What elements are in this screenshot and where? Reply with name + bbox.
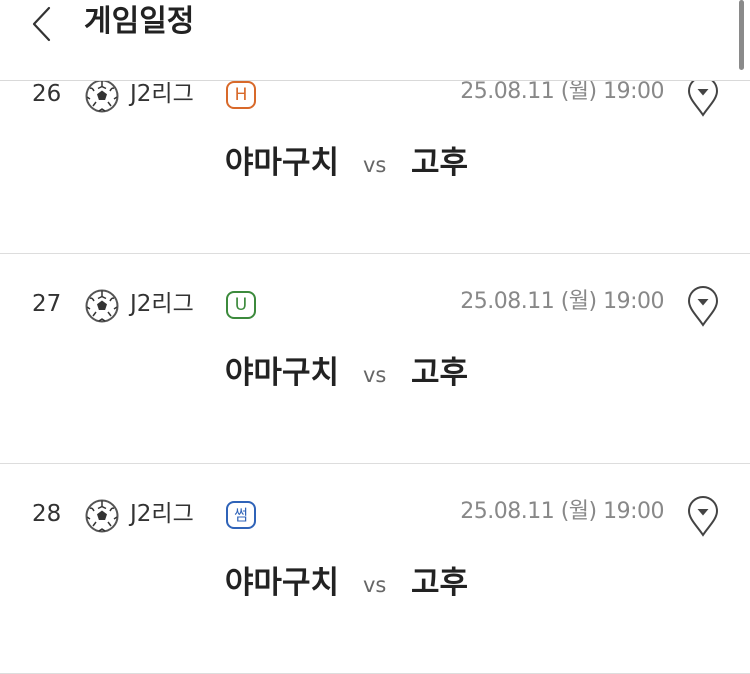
away-team[interactable]: 고후	[411, 141, 468, 185]
location-pin-icon[interactable]	[686, 495, 720, 537]
away-team[interactable]: 고후	[411, 351, 468, 395]
game-type-badge: 썸	[226, 501, 256, 529]
league-name: J2리그	[130, 501, 194, 527]
location-pin-icon[interactable]	[686, 75, 720, 117]
round-number: 28	[32, 501, 62, 527]
matchup: 야마구치 vs 고후	[0, 351, 750, 395]
soccer-ball-icon	[84, 498, 120, 534]
home-team[interactable]: 야마구치	[225, 561, 339, 605]
game-datetime: 25.08.11 (월) 19:00	[460, 79, 664, 104]
league-name: J2리그	[130, 291, 194, 317]
matchup: 야마구치 vs 고후	[0, 561, 750, 605]
game-datetime: 25.08.11 (월) 19:00	[460, 499, 664, 524]
game-datetime: 25.08.11 (월) 19:00	[460, 289, 664, 314]
vs-label: vs	[363, 573, 387, 597]
soccer-ball-icon	[84, 288, 120, 324]
back-button[interactable]	[22, 0, 62, 48]
vs-label: vs	[363, 153, 387, 177]
game-type-badge: U	[226, 291, 256, 319]
home-team[interactable]: 야마구치	[225, 141, 339, 185]
game-type-badge: H	[226, 81, 256, 109]
game-card[interactable]: 28 J2리그 썸 25.08.11 (월) 19:00 야마구치 vs 고후	[0, 463, 750, 674]
away-team[interactable]: 고후	[411, 561, 468, 605]
soccer-ball-icon	[84, 78, 120, 114]
home-team[interactable]: 야마구치	[225, 351, 339, 395]
app-header: 게임일정	[0, 0, 750, 81]
vs-label: vs	[363, 363, 387, 387]
page-title: 게임일정	[84, 4, 195, 39]
scrollbar[interactable]	[739, 0, 744, 70]
matchup: 야마구치 vs 고후	[0, 141, 750, 185]
location-pin-icon[interactable]	[686, 285, 720, 327]
chevron-left-icon	[22, 0, 62, 48]
round-number: 26	[32, 81, 62, 107]
game-card[interactable]: 27 J2리그 U 25.08.11 (월) 19:00 야마구치 vs 고후	[0, 253, 750, 464]
league-name: J2리그	[130, 81, 194, 107]
round-number: 27	[32, 291, 62, 317]
